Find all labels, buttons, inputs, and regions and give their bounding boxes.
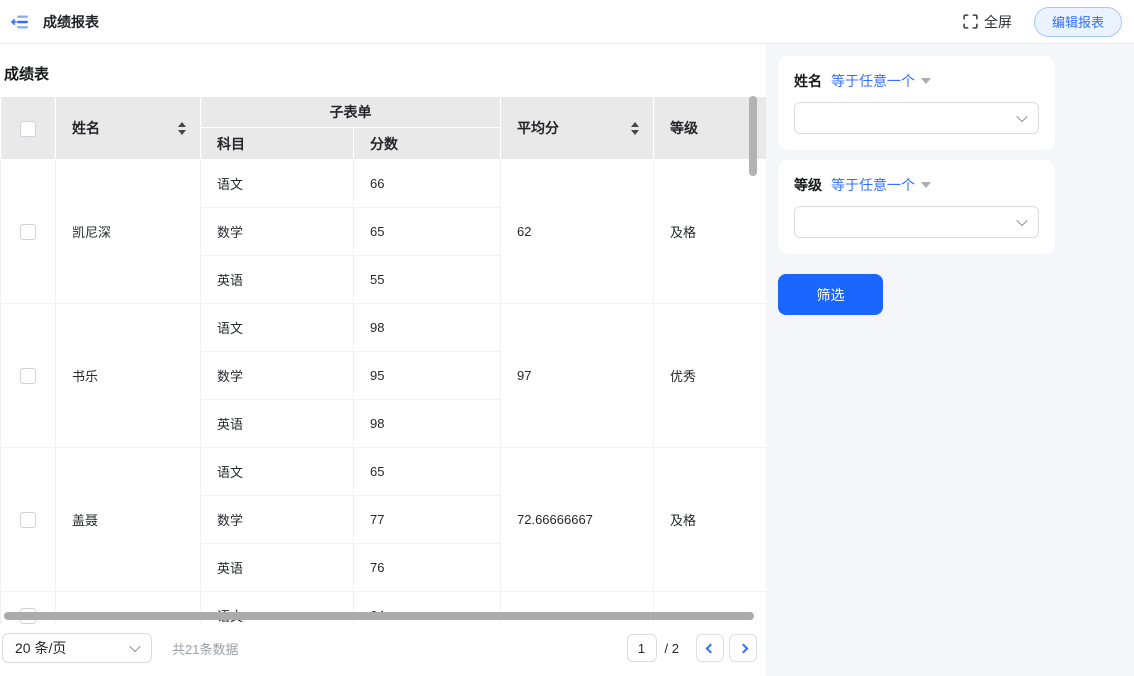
vertical-scrollbar[interactable] [749,96,757,176]
column-header-score: 分数 [354,128,501,160]
score-cell: 77 [354,496,501,544]
filter-panel: 姓名 等于任意一个 等级 等于任意一个 筛选 [766,44,1134,676]
chevron-down-icon [1016,111,1027,122]
chevron-down-icon [129,641,140,652]
score-cell: 98 [354,400,501,448]
filter-card-grade: 等级 等于任意一个 [778,160,1055,254]
filter-submit-button[interactable]: 筛选 [778,274,883,315]
caret-down-icon[interactable] [921,78,931,84]
page-title: 成绩报表 [43,12,99,32]
total-count-label: 共21条数据 [172,639,238,658]
subject-cell: 语文 [201,160,354,208]
name-cell: 盖聂 [56,448,201,592]
grades-table-container: 姓名 子表单 平均分 等级 [0,96,766,624]
subject-cell: 英语 [201,400,354,448]
horizontal-scrollbar[interactable] [4,612,754,620]
chevron-left-icon [705,643,715,653]
table-body: 凯尼深语文6662及格数学65英语55书乐语文9897优秀数学95英语98盖聂语… [1,160,767,625]
filter-value-select-grade[interactable] [794,206,1039,238]
row-checkbox[interactable] [20,512,36,528]
table-title: 成绩表 [0,44,766,96]
edit-report-button[interactable]: 编辑报表 [1034,7,1122,37]
sort-icon-average[interactable] [631,122,639,135]
score-cell: 95 [354,352,501,400]
subject-cell: 英语 [201,256,354,304]
fullscreen-label: 全屏 [984,12,1012,32]
subject-cell: 数学 [201,352,354,400]
top-bar: 成绩报表 全屏 编辑报表 [0,0,1134,44]
fullscreen-button[interactable]: 全屏 [963,12,1012,32]
score-cell: 98 [354,304,501,352]
subject-cell: 语文 [201,448,354,496]
column-header-subform: 子表单 [201,97,501,128]
score-cell: 66 [354,160,501,208]
grades-table: 姓名 子表单 平均分 等级 [0,96,766,624]
column-header-average[interactable]: 平均分 [501,97,654,160]
row-checkbox[interactable] [20,224,36,240]
filter-operator-link[interactable]: 等于任意一个 [831,71,915,91]
chevron-down-icon [1016,215,1027,226]
sort-icon-name[interactable] [178,122,186,135]
row-select-cell [1,304,56,448]
column-header-subject: 科目 [201,128,354,160]
score-cell: 76 [354,544,501,592]
select-all-checkbox[interactable] [20,121,36,137]
chevron-right-icon [738,643,748,653]
filter-field-label: 姓名 [794,71,822,91]
name-cell: 凯尼深 [56,160,201,304]
filter-operator-link[interactable]: 等于任意一个 [831,175,915,195]
row-checkbox[interactable] [20,368,36,384]
average-cell: 62 [501,160,654,304]
score-cell: 55 [354,256,501,304]
grade-cell: 优秀 [654,304,767,448]
column-header-name[interactable]: 姓名 [56,97,201,160]
table-row: 书乐语文9897优秀 [1,304,767,352]
caret-down-icon[interactable] [921,182,931,188]
subject-cell: 语文 [201,304,354,352]
score-cell: 65 [354,448,501,496]
filter-value-select-name[interactable] [794,102,1039,134]
filter-field-label: 等级 [794,175,822,195]
score-cell: 65 [354,208,501,256]
report-main: 成绩表 姓名 [0,44,766,676]
row-select-cell [1,448,56,592]
name-cell: 书乐 [56,304,201,448]
menu-fold-icon[interactable] [10,12,30,32]
average-cell: 72.66666667 [501,448,654,592]
fullscreen-icon [963,14,978,29]
total-pages-label: / 2 [665,641,679,656]
next-page-button[interactable] [729,634,757,662]
table-row: 凯尼深语文6662及格 [1,160,767,208]
table-row: 盖聂语文6572.66666667及格 [1,448,767,496]
page-size-select[interactable]: 20 条/页 [2,633,152,663]
filter-card-name: 姓名 等于任意一个 [778,56,1055,150]
pagination-bar: 20 条/页 共21条数据 / 2 [0,624,766,672]
subject-cell: 数学 [201,496,354,544]
grade-cell: 及格 [654,160,767,304]
average-cell: 97 [501,304,654,448]
prev-page-button[interactable] [696,634,724,662]
select-all-cell [1,97,56,160]
grade-cell: 及格 [654,448,767,592]
row-select-cell [1,160,56,304]
subject-cell: 英语 [201,544,354,592]
page-number-input[interactable] [627,634,657,662]
subject-cell: 数学 [201,208,354,256]
